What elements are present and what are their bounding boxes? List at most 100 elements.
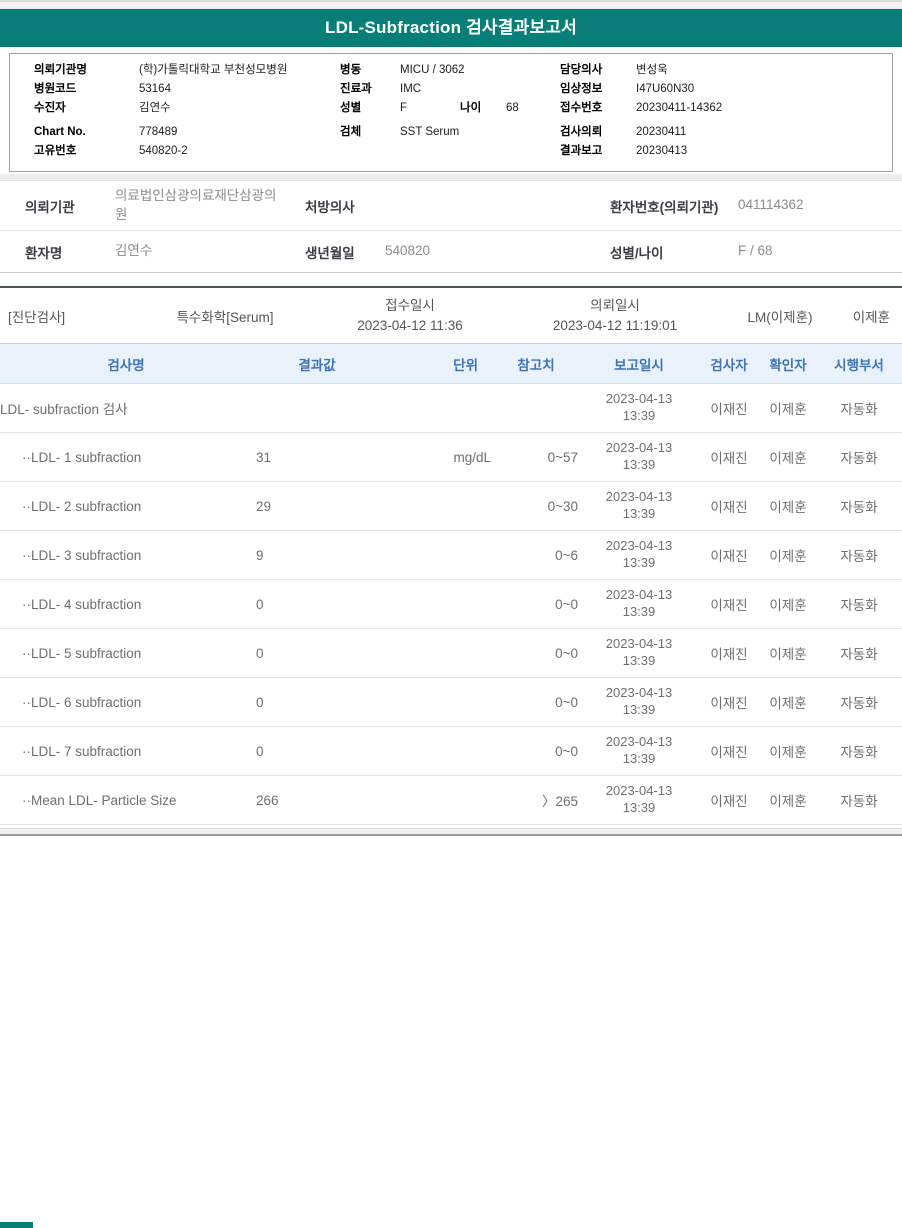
- result-row: ··LDL- 3 subfraction 9 0~6 2023-04-13 13…: [0, 530, 902, 580]
- result-row: ··LDL- 6 subfraction 0 0~0 2023-04-13 13…: [0, 677, 902, 727]
- test-name: ··LDL- 5 subfraction: [0, 628, 252, 678]
- patient-row: 환자명 김연수 생년월일 540820 성별/나이 F / 68: [0, 231, 902, 272]
- info-label: 결과보고: [560, 144, 603, 157]
- report-time: 13:39: [622, 800, 656, 815]
- info-label: 검체: [340, 125, 362, 138]
- report-date: 2023-04-13: [605, 636, 673, 652]
- patient-value: 540820: [385, 243, 431, 259]
- info-row: 병동 MICU / 3062: [340, 61, 546, 80]
- verifier: 이제훈: [760, 383, 816, 433]
- info-label: 임상정보: [560, 82, 603, 95]
- results-table: 검사명 결과값 단위 참고치 보고일시 검사자 확인자 시행부서 LDL- su…: [0, 344, 902, 825]
- info-row: 수진자 김연수: [34, 99, 330, 118]
- request-value: 2023-04-12 11:19:01: [552, 317, 678, 333]
- info-column-middle: 병동 MICU / 3062 진료과 IMC 성별 F 나이 68 검체 SST Serum: [330, 61, 546, 161]
- result-value: 0: [252, 579, 382, 629]
- result-row: ··Mean LDL- Particle Size 266 〉265 2023-…: [0, 775, 902, 825]
- info-label: 담당의사: [560, 63, 603, 76]
- report-datetime: 2023-04-13 13:39: [580, 726, 698, 776]
- result-row: ··LDL- 2 subfraction 29 0~30 2023-04-13 …: [0, 481, 902, 531]
- result-value: [252, 383, 382, 433]
- report-datetime: 2023-04-13 13:39: [580, 481, 698, 531]
- tester: 이재진: [698, 481, 760, 531]
- result-row: ··LDL- 7 subfraction 0 0~0 2023-04-13 13…: [0, 726, 902, 776]
- result-value: 29: [252, 481, 382, 531]
- report-datetime: 2023-04-13 13:39: [580, 579, 698, 629]
- report-datetime: 2023-04-13 13:39: [580, 677, 698, 727]
- info-label: Chart No.: [34, 125, 86, 138]
- verifier: 이제훈: [760, 677, 816, 727]
- unit: [382, 383, 492, 433]
- verifier: 이제훈: [760, 726, 816, 776]
- report-date: 2023-04-13: [605, 489, 673, 505]
- unit: [382, 726, 492, 776]
- tester: 이재진: [698, 432, 760, 482]
- info-value: IMC: [400, 82, 422, 95]
- page-title: LDL-Subfraction 검사결과보고서: [325, 18, 577, 37]
- report-time: 13:39: [622, 702, 656, 717]
- info-label: 고유번호: [34, 144, 77, 157]
- unit: [382, 775, 492, 825]
- unit: [382, 677, 492, 727]
- report-date: 2023-04-13: [605, 685, 673, 701]
- performing-dept: 자동화: [816, 726, 902, 776]
- tester: 이재진: [698, 628, 760, 678]
- reference-range: 0~0: [492, 579, 580, 629]
- info-row: 진료과 IMC: [340, 80, 546, 99]
- page-bottom-teal-mark: [0, 1222, 33, 1228]
- test-name: ··LDL- 6 subfraction: [0, 677, 252, 727]
- performing-dept: 자동화: [816, 481, 902, 531]
- tester: 이재진: [698, 775, 760, 825]
- tester: 이재진: [698, 579, 760, 629]
- report-datetime: 2023-04-13 13:39: [580, 383, 698, 433]
- report-time: 13:39: [622, 653, 656, 668]
- patient-label: 생년월일: [305, 245, 355, 261]
- test-name: ··LDL- 7 subfraction: [0, 726, 252, 776]
- table-end-band: [0, 828, 902, 836]
- info-value: I47U60N30: [636, 82, 695, 95]
- info-row: 검체 SST Serum: [340, 123, 546, 142]
- test-name: ··LDL- 1 subfraction: [0, 432, 252, 482]
- info-label: 나이: [460, 101, 482, 114]
- verifier: 이제훈: [760, 775, 816, 825]
- col-report-datetime: 보고일시: [580, 344, 698, 384]
- reference-range: [492, 383, 580, 433]
- info-row: 임상정보 I47U60N30: [560, 80, 892, 99]
- report-time: 13:39: [622, 506, 656, 521]
- info-value: 68: [506, 101, 519, 114]
- report-datetime: 2023-04-13 13:39: [580, 530, 698, 580]
- performing-dept: 자동화: [816, 530, 902, 580]
- reference-range: 0~0: [492, 726, 580, 776]
- col-tester: 검사자: [698, 344, 760, 384]
- report-datetime: 2023-04-13 13:39: [580, 628, 698, 678]
- info-row: 고유번호 540820-2: [34, 142, 330, 161]
- request-label: 의뢰일시: [590, 297, 640, 313]
- receipt-value: 2023-04-12 11:36: [357, 317, 463, 333]
- col-test-name: 검사명: [0, 344, 252, 384]
- col-dept: 시행부서: [816, 344, 902, 384]
- unit: [382, 579, 492, 629]
- tester: 이재진: [698, 677, 760, 727]
- unit: [382, 628, 492, 678]
- patient-info-table: 의뢰기관 의료법인삼광의료재단삼광의원 처방의사 환자번호(의뢰기관) 0411…: [0, 181, 902, 273]
- info-label: 접수번호: [560, 101, 603, 114]
- section-category: 특수화학[Serum]: [176, 309, 274, 325]
- info-value: F: [400, 101, 408, 114]
- result-row: ··LDL- 5 subfraction 0 0~0 2023-04-13 13…: [0, 628, 902, 678]
- info-value: 53164: [139, 82, 171, 95]
- info-label: 성별: [340, 101, 362, 114]
- patient-label: 의뢰기관: [25, 199, 75, 215]
- verifier: 이제훈: [760, 628, 816, 678]
- info-row: 결과보고 20230413: [560, 142, 892, 161]
- test-name: ··LDL- 3 subfraction: [0, 530, 252, 580]
- tester: 이재진: [698, 530, 760, 580]
- report-date: 2023-04-13: [605, 391, 673, 407]
- report-date: 2023-04-13: [605, 587, 673, 603]
- info-column-left: 의뢰기관명 (학)가톨릭대학교 부천성모병원 병원코드 53164 수진자 김연수 C…: [34, 61, 330, 161]
- lab-manager: LM(이제훈): [747, 309, 813, 325]
- info-row: 의뢰기관명 (학)가톨릭대학교 부천성모병원: [34, 61, 330, 80]
- report-date: 2023-04-13: [605, 538, 673, 554]
- col-verifier: 확인자: [760, 344, 816, 384]
- reference-range: 〉265: [492, 775, 580, 825]
- reference-range: 0~0: [492, 628, 580, 678]
